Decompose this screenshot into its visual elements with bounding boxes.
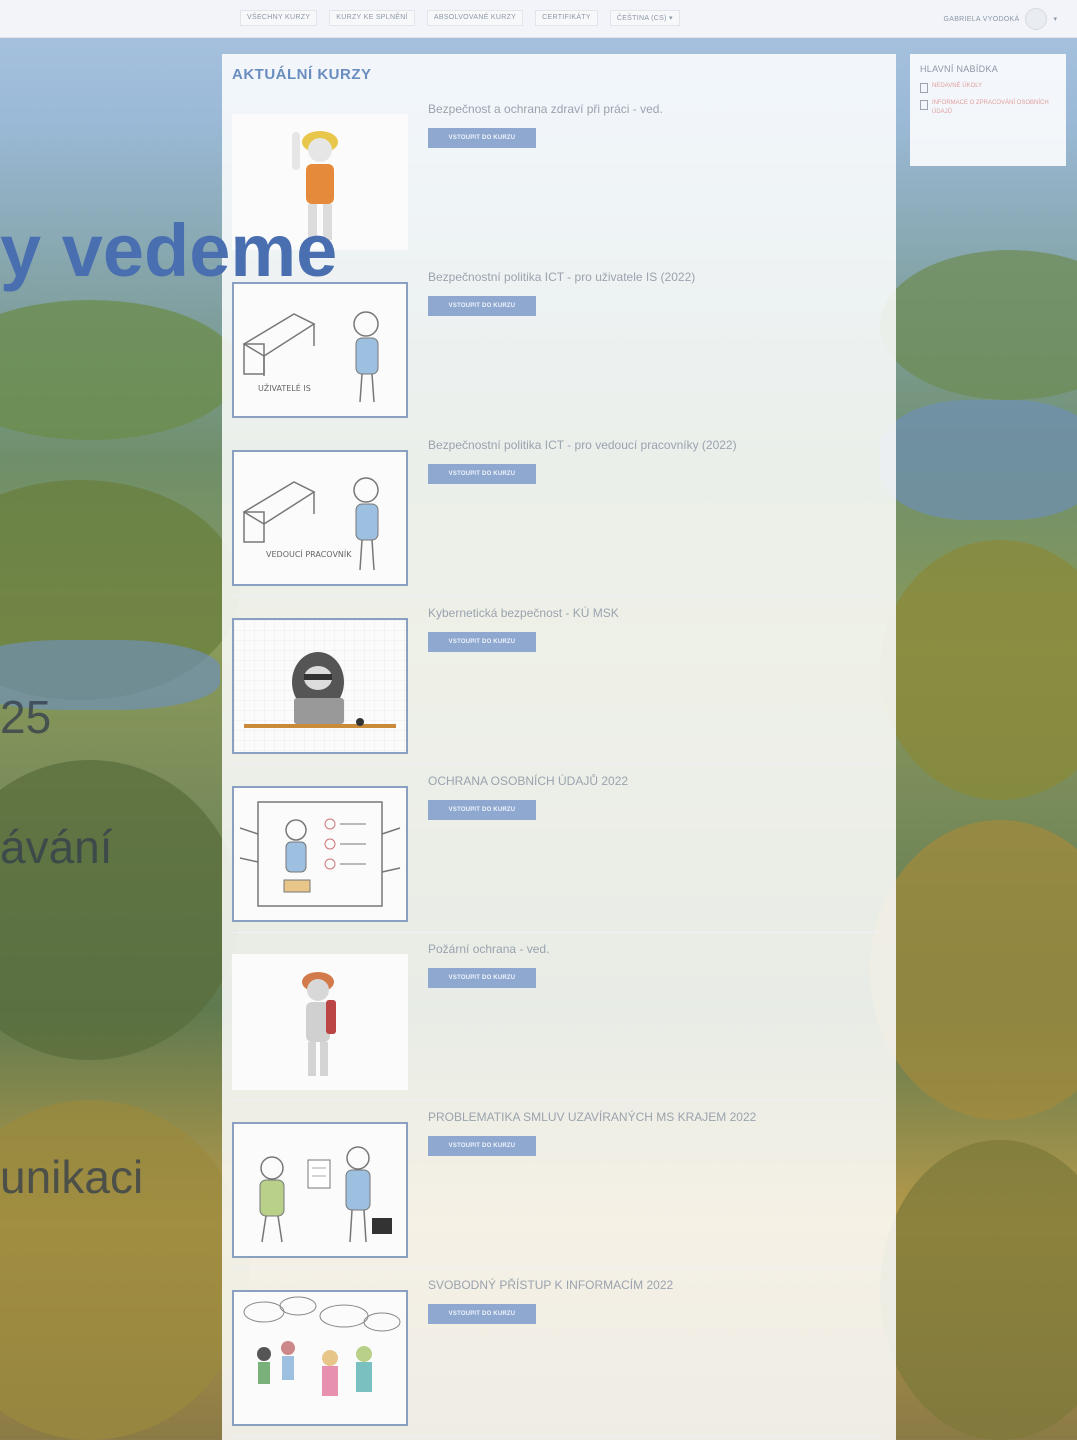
enter-course-button[interactable]: VSTOUPIT DO KURZU [428, 1304, 536, 1324]
user-menu[interactable]: GABRIELA VYODOKÁ ▾ [943, 8, 1057, 30]
menu-link-personal-data-info[interactable]: INFORMACE O ZPRACOVÁNÍ OSOBNÍCH ÚDAJŮ [920, 99, 1056, 117]
menu-link-recent-tasks[interactable]: NEDAVNÉ ÚKOLY [920, 82, 1056, 93]
firefighter-figure-icon [302, 972, 336, 1076]
course-title[interactable]: Požární ochrana - ved. [428, 942, 549, 956]
course-thumbnail[interactable] [232, 786, 408, 922]
nav-courses-to-complete[interactable]: KURZY KE SPLNĚNÍ [329, 10, 415, 26]
nav-all-courses[interactable]: VŠECHNY KURZY [240, 10, 318, 26]
course-thumbnail[interactable] [232, 954, 408, 1090]
people-speech-bubbles-icon [243, 1296, 401, 1396]
course-item: Požární ochrana - ved. VSTOUPIT DO KURZU [232, 942, 882, 1101]
personal-data-sketch-icon [239, 801, 401, 907]
building-user-sketch-icon [242, 311, 379, 403]
course-item: VEDOUCÍ PRACOVNÍK Bezpečnostní politika … [232, 438, 882, 597]
course-title[interactable]: Bezpečnostní politika ICT - pro uživatel… [428, 270, 695, 284]
course-thumbnail[interactable] [232, 1122, 408, 1258]
top-navbar: VŠECHNY KURZY KURZY KE SPLNĚNÍ ABSOLVOVA… [0, 0, 1077, 38]
nav-certificates[interactable]: CERTIFIKÁTY [535, 10, 598, 26]
document-icon [920, 100, 928, 110]
main-menu-block: HLAVNÍ NABÍDKA NEDAVNÉ ÚKOLY INFORMACE O… [910, 54, 1066, 166]
background-slide-line: unikaci [0, 1151, 144, 1203]
language-selector[interactable]: ČEŠTINA (CS) ▾ [609, 10, 680, 26]
course-title[interactable]: Bezpečnostní politika ICT - pro vedoucí … [428, 438, 737, 452]
enter-course-button[interactable]: VSTOUPIT DO KURZU [428, 296, 536, 316]
avatar[interactable] [1025, 8, 1048, 30]
document-icon [920, 83, 928, 93]
course-item: UŽIVATELÉ IS Bezpečnostní politika ICT -… [232, 270, 882, 429]
enter-course-button[interactable]: VSTOUPIT DO KURZU [428, 1136, 536, 1156]
thumbnail-caption: VEDOUCÍ PRACOVNÍK [266, 550, 352, 559]
course-thumbnail[interactable]: UŽIVATELÉ IS [232, 282, 408, 418]
course-title[interactable]: OCHRANA OSOBNÍCH ÚDAJŮ 2022 [428, 774, 628, 788]
course-thumbnail[interactable] [232, 618, 408, 754]
contract-handover-sketch-icon [259, 1146, 392, 1243]
menu-link-label: INFORMACE O ZPRACOVÁNÍ OSOBNÍCH ÚDAJŮ [932, 100, 1049, 115]
enter-course-button[interactable]: VSTOUPIT DO KURZU [428, 968, 536, 988]
course-title[interactable]: Bezpečnost a ochrana zdraví při práci - … [428, 102, 663, 116]
course-thumbnail[interactable] [232, 1290, 408, 1426]
course-thumbnail[interactable]: VEDOUCÍ PRACOVNÍK [232, 450, 408, 586]
user-name: GABRIELA VYODOKÁ [943, 15, 1020, 23]
enter-course-button[interactable]: VSTOUPIT DO KURZU [428, 128, 536, 148]
course-item: Kybernetická bezpečnost - KÚ MSK VSTOUPI… [232, 606, 882, 765]
enter-course-button[interactable]: VSTOUPIT DO KURZU [428, 464, 536, 484]
building-manager-sketch-icon [242, 477, 379, 571]
background-slide-line: 25 [0, 691, 52, 743]
thumbnail-caption: UŽIVATELÉ IS [258, 384, 311, 393]
hacker-laptop-icon [234, 620, 406, 752]
enter-course-button[interactable]: VSTOUPIT DO KURZU [428, 800, 536, 820]
main-menu-title: HLAVNÍ NABÍDKA [920, 64, 999, 74]
course-title[interactable]: PROBLEMATIKA SMLUV UZAVÍRANÝCH MS KRAJEM… [428, 1110, 756, 1124]
course-title[interactable]: SVOBODNÝ PŘÍSTUP K INFORMACÍM 2022 [428, 1278, 673, 1292]
main-nav: VŠECHNY KURZY KURZY KE SPLNĚNÍ ABSOLVOVA… [240, 10, 680, 26]
course-item: OCHRANA OSOBNÍCH ÚDAJŮ 2022 VSTOUPIT DO … [232, 774, 882, 933]
course-item: PROBLEMATIKA SMLUV UZAVÍRANÝCH MS KRAJEM… [232, 1110, 882, 1269]
background-slide-heading: y vedeme [0, 209, 338, 292]
page-title: AKTUÁLNÍ KURZY [232, 66, 372, 83]
menu-link-label: NEDAVNÉ ÚKOLY [932, 83, 983, 89]
course-item: SVOBODNÝ PŘÍSTUP K INFORMACÍM 2022 VSTOU… [232, 1278, 882, 1437]
background-slide-line: ávání [0, 821, 113, 873]
chevron-down-icon[interactable]: ▾ [1053, 15, 1057, 23]
course-title[interactable]: Kybernetická bezpečnost - KÚ MSK [428, 606, 619, 620]
enter-course-button[interactable]: VSTOUPIT DO KURZU [428, 632, 536, 652]
nav-completed-courses[interactable]: ABSOLVOVANÉ KURZY [426, 10, 524, 26]
